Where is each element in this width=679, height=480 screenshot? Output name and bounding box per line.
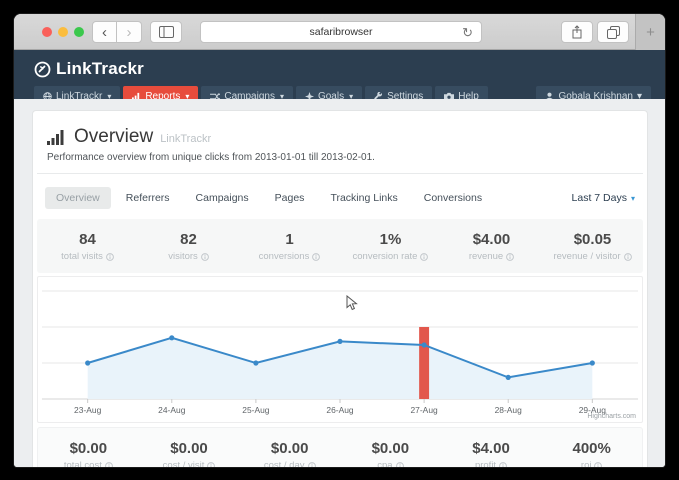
zoom-button[interactable] bbox=[74, 27, 84, 37]
browser-toolbar: ‹ › safaribrowser ↻ + bbox=[14, 14, 665, 50]
tab-overview[interactable]: Overview bbox=[45, 187, 111, 209]
content-card: Overview LinkTrackr Performance overview… bbox=[32, 110, 648, 467]
stat-value: 82 bbox=[138, 231, 239, 248]
info-icon[interactable] bbox=[499, 462, 507, 468]
link-circle-icon bbox=[34, 61, 51, 78]
stat-cost-visit: $0.00 cost / visit bbox=[139, 440, 240, 467]
svg-text:24-Aug: 24-Aug bbox=[158, 405, 186, 415]
share-button[interactable] bbox=[561, 21, 593, 43]
forward-button[interactable]: › bbox=[117, 21, 142, 43]
stat-value: $0.05 bbox=[542, 231, 643, 248]
stat-label: profit bbox=[475, 460, 496, 467]
minimize-button[interactable] bbox=[58, 27, 68, 37]
svg-text:23-Aug: 23-Aug bbox=[74, 405, 102, 415]
tabs-icon bbox=[607, 26, 620, 39]
visits-chart-svg: 23-Aug24-Aug25-Aug26-Aug27-Aug28-Aug29-A… bbox=[38, 277, 642, 422]
tab-campaigns[interactable]: Campaigns bbox=[185, 187, 260, 209]
stats-row-top: 84 total visits 82 visitors 1 conversions 1% co… bbox=[37, 219, 643, 273]
stat-value: 84 bbox=[37, 231, 138, 248]
date-range-label: Last 7 Days bbox=[572, 192, 627, 204]
stat-label: revenue / visitor bbox=[553, 251, 620, 262]
back-button[interactable]: ‹ bbox=[92, 21, 117, 43]
tab-overview-button[interactable] bbox=[597, 21, 629, 43]
stat-cpa: $0.00 cpa bbox=[340, 440, 441, 467]
svg-text:27-Aug: 27-Aug bbox=[410, 405, 438, 415]
brand[interactable]: LinkTrackr bbox=[34, 57, 665, 81]
tab-tracking-links[interactable]: Tracking Links bbox=[319, 187, 408, 209]
stat-value: $0.00 bbox=[239, 440, 340, 457]
page-subtitle: Performance overview from unique clicks … bbox=[37, 148, 643, 173]
info-icon[interactable] bbox=[312, 253, 320, 261]
stat-value: 1% bbox=[340, 231, 441, 248]
stat-cost-day: $0.00 cost / day bbox=[239, 440, 340, 467]
info-icon[interactable] bbox=[506, 253, 514, 261]
chart-credit: Highcharts.com bbox=[587, 413, 636, 420]
stat-value: $0.00 bbox=[139, 440, 240, 457]
address-text: safaribrowser bbox=[309, 26, 372, 38]
stat-label: roi bbox=[581, 460, 592, 467]
page-title: Overview bbox=[74, 126, 153, 148]
date-range-dropdown[interactable]: Last 7 Days ▾ bbox=[572, 192, 635, 204]
stat-revenue-visitor: $0.05 revenue / visitor bbox=[542, 231, 643, 262]
tab-conversions[interactable]: Conversions bbox=[413, 187, 493, 209]
stat-conversion-rate: 1% conversion rate bbox=[340, 231, 441, 262]
info-icon[interactable] bbox=[106, 253, 114, 261]
tab-referrers[interactable]: Referrers bbox=[115, 187, 181, 209]
caret-down-icon: ▾ bbox=[631, 194, 635, 203]
stats-row-bottom: $0.00 total cost $0.00 cost / visit $0.00 cos… bbox=[37, 427, 643, 467]
info-icon[interactable] bbox=[420, 253, 428, 261]
ascending-bars-icon bbox=[47, 130, 67, 145]
stat-revenue: $4.00 revenue bbox=[441, 231, 542, 262]
info-icon[interactable] bbox=[207, 462, 215, 468]
stat-label: total visits bbox=[61, 251, 103, 262]
stat-label: conversions bbox=[259, 251, 310, 262]
mouse-cursor bbox=[346, 295, 358, 311]
stat-visitors: 82 visitors bbox=[138, 231, 239, 262]
stat-label: visitors bbox=[168, 251, 198, 262]
stat-label: total cost bbox=[64, 460, 102, 467]
stat-value: $4.00 bbox=[441, 231, 542, 248]
reload-icon[interactable]: ↻ bbox=[462, 25, 473, 41]
stat-total-cost: $0.00 total cost bbox=[38, 440, 139, 467]
info-icon[interactable] bbox=[594, 462, 602, 468]
stat-value: 1 bbox=[239, 231, 340, 248]
sidebar-toggle-button[interactable] bbox=[150, 21, 182, 43]
stat-label: cpa bbox=[377, 460, 392, 467]
info-icon[interactable] bbox=[201, 253, 209, 261]
stat-total-visits: 84 total visits bbox=[37, 231, 138, 262]
stat-value: $0.00 bbox=[38, 440, 139, 457]
stat-label: revenue bbox=[469, 251, 503, 262]
stat-profit: $4.00 profit bbox=[441, 440, 542, 467]
close-button[interactable] bbox=[42, 27, 52, 37]
info-icon[interactable] bbox=[624, 253, 632, 261]
stat-label: conversion rate bbox=[353, 251, 418, 262]
address-bar[interactable]: safaribrowser ↻ bbox=[200, 21, 482, 43]
page-background: Overview LinkTrackr Performance overview… bbox=[14, 99, 665, 467]
visits-chart[interactable]: 23-Aug24-Aug25-Aug26-Aug27-Aug28-Aug29-A… bbox=[37, 276, 643, 423]
window-controls bbox=[42, 27, 84, 37]
stat-conversions: 1 conversions bbox=[239, 231, 340, 262]
brand-name: LinkTrackr bbox=[56, 59, 144, 79]
info-icon[interactable] bbox=[105, 462, 113, 468]
sidebar-icon bbox=[159, 26, 174, 38]
info-icon[interactable] bbox=[308, 462, 316, 468]
stat-label: cost / visit bbox=[163, 460, 205, 467]
info-icon[interactable] bbox=[396, 462, 404, 468]
stat-value: $4.00 bbox=[441, 440, 542, 457]
page-title-suffix: LinkTrackr bbox=[160, 133, 211, 145]
stat-value: 400% bbox=[541, 440, 642, 457]
browser-window: ‹ › safaribrowser ↻ + bbox=[14, 14, 665, 467]
stat-label: cost / day bbox=[264, 460, 305, 467]
tab-pages[interactable]: Pages bbox=[264, 187, 316, 209]
new-tab-button[interactable]: + bbox=[635, 14, 665, 50]
stat-roi: 400% roi bbox=[541, 440, 642, 467]
svg-text:25-Aug: 25-Aug bbox=[242, 405, 270, 415]
report-tabs: Overview Referrers Campaigns Pages Track… bbox=[37, 174, 643, 219]
svg-text:28-Aug: 28-Aug bbox=[495, 405, 523, 415]
stat-value: $0.00 bbox=[340, 440, 441, 457]
share-icon bbox=[571, 25, 583, 39]
svg-text:26-Aug: 26-Aug bbox=[326, 405, 354, 415]
